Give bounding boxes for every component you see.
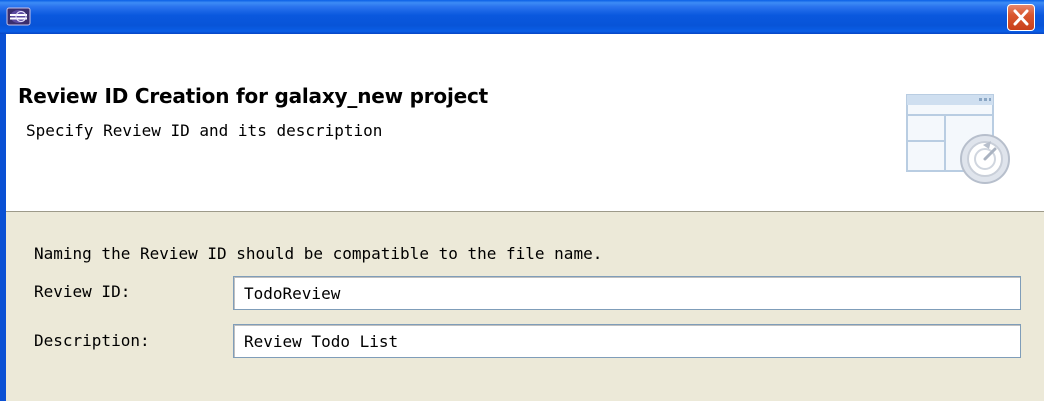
close-icon [1013,9,1029,26]
eclipse-icon [6,6,32,28]
wizard-banner-icon [905,93,1015,189]
wizard-title: Review ID Creation for galaxy_new projec… [18,84,488,108]
wizard-banner: Review ID Creation for galaxy_new projec… [6,34,1044,212]
title-bar[interactable] [0,0,1044,34]
close-button[interactable] [1007,4,1035,31]
description-input[interactable] [233,324,1021,358]
wizard-window: Review ID Creation for galaxy_new projec… [0,0,1044,401]
description-label: Description: [34,331,150,350]
wizard-description: Specify Review ID and its description [26,121,383,140]
review-id-input[interactable] [233,276,1021,310]
review-id-label: Review ID: [34,282,131,301]
info-message: Naming the Review ID should be compatibl… [34,244,603,263]
